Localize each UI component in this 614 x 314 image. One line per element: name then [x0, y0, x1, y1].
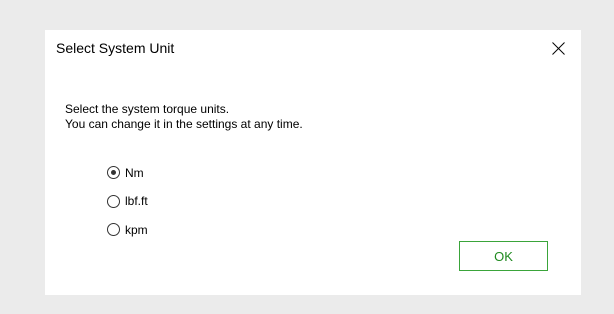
- radio-option-kpm[interactable]: kpm: [107, 221, 148, 238]
- radio-label-kpm[interactable]: kpm: [125, 223, 148, 237]
- radio-label-lbf-ft[interactable]: lbf.ft: [125, 194, 148, 208]
- select-system-unit-dialog: Select System Unit Select the system tor…: [45, 30, 581, 295]
- torque-unit-radio-group: Nm lbf.ft kpm: [107, 164, 148, 250]
- radio-button-kpm[interactable]: [107, 223, 120, 236]
- dialog-titlebar: Select System Unit: [45, 30, 581, 66]
- radio-button-lbf-ft[interactable]: [107, 194, 120, 208]
- radio-label-nm[interactable]: Nm: [125, 166, 144, 180]
- message-line-2: You can change it in the settings at any…: [65, 117, 303, 131]
- radio-option-nm[interactable]: Nm: [107, 164, 148, 181]
- message-line-1: Select the system torque units.: [65, 102, 230, 116]
- close-icon: [551, 41, 565, 55]
- close-button[interactable]: [535, 30, 581, 66]
- ok-button[interactable]: OK: [459, 241, 548, 271]
- radio-button-nm[interactable]: [107, 166, 120, 179]
- radio-option-lbf-ft[interactable]: lbf.ft: [107, 193, 148, 210]
- dialog-message: Select the system torque units. You can …: [65, 102, 303, 132]
- dialog-title: Select System Unit: [56, 40, 175, 56]
